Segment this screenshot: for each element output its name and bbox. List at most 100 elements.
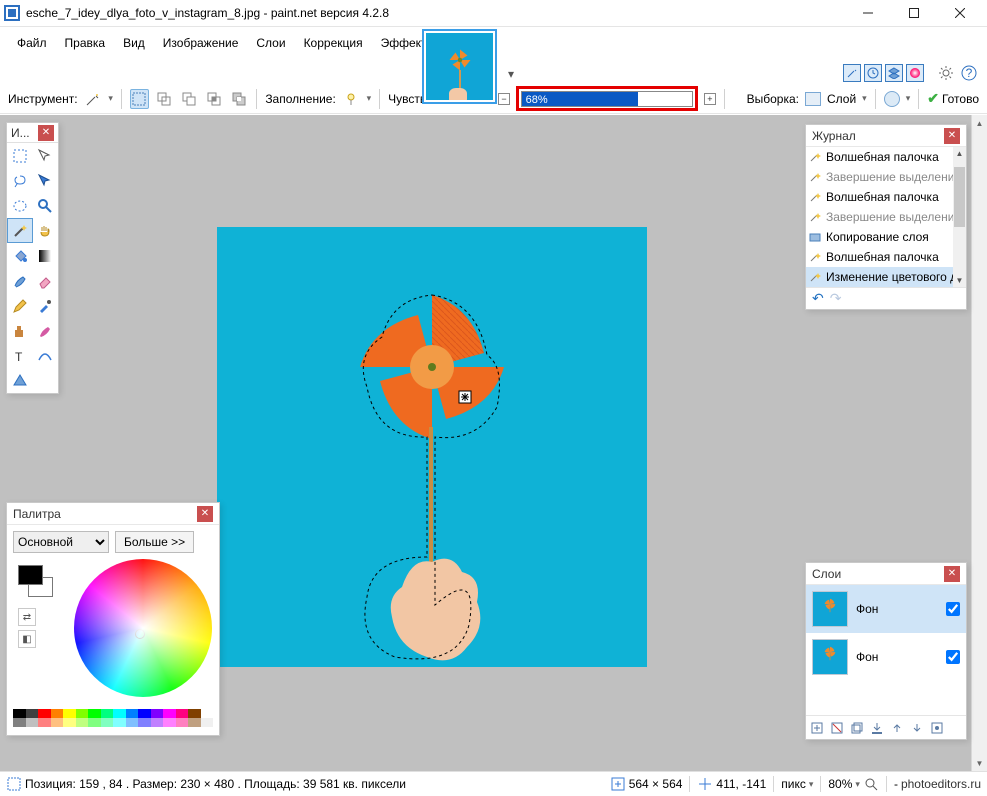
menu-file[interactable]: Файл: [8, 32, 56, 54]
palette-swatch[interactable]: [151, 718, 164, 727]
lasso-tool[interactable]: [7, 168, 33, 193]
brush-tool[interactable]: [7, 268, 33, 293]
palette-swatch[interactable]: [51, 709, 64, 718]
palette-swatch[interactable]: [138, 718, 151, 727]
history-panel-close-icon[interactable]: ✕: [944, 128, 960, 144]
document-thumbnail[interactable]: [422, 29, 497, 104]
move-layer-up-icon[interactable]: [888, 719, 905, 736]
palette-swatch[interactable]: [188, 709, 201, 718]
history-item[interactable]: Завершение выделения палочкой: [806, 207, 966, 227]
global-flood-icon[interactable]: [884, 91, 900, 107]
colors-panel-close-icon[interactable]: ✕: [197, 506, 213, 522]
zoom-fit-icon[interactable]: [863, 776, 879, 792]
selection-intersect-icon[interactable]: [205, 89, 224, 109]
palette-swatch[interactable]: [51, 718, 64, 727]
palette-swatch[interactable]: [113, 709, 126, 718]
palette-strip[interactable]: [13, 709, 213, 729]
palette-swatch[interactable]: [88, 709, 101, 718]
selection-replace-icon[interactable]: [130, 89, 149, 109]
history-item[interactable]: Завершение выделения палочкой: [806, 167, 966, 187]
menu-layers[interactable]: Слои: [247, 32, 294, 54]
palette-swatch[interactable]: [151, 709, 164, 718]
tolerance-minus-button[interactable]: −: [498, 93, 509, 105]
recolor-tool[interactable]: [33, 318, 59, 343]
pan-tool[interactable]: [33, 218, 59, 243]
palette-swatch[interactable]: [101, 709, 114, 718]
palette-swatch[interactable]: [201, 709, 214, 718]
add-layer-icon[interactable]: [808, 719, 825, 736]
palette-swatch[interactable]: [26, 718, 39, 727]
fg-bg-swatches[interactable]: [18, 565, 58, 605]
tools-panel-header[interactable]: И... ✕: [7, 123, 58, 143]
tools-toggle-icon[interactable]: [843, 64, 861, 82]
zoom-tool[interactable]: [33, 193, 59, 218]
menu-image[interactable]: Изображение: [154, 32, 248, 54]
delete-layer-icon[interactable]: [828, 719, 845, 736]
selection-xor-icon[interactable]: [230, 89, 249, 109]
fg-color-swatch[interactable]: [18, 565, 43, 585]
palette-swatch[interactable]: [163, 718, 176, 727]
gradient-tool[interactable]: [33, 243, 59, 268]
history-item[interactable]: Волшебная палочка: [806, 147, 966, 167]
clone-tool[interactable]: [7, 318, 33, 343]
history-item[interactable]: Копирование слоя: [806, 227, 966, 247]
move-pixels-tool[interactable]: [33, 168, 59, 193]
bw-reset-icon[interactable]: ◧: [18, 630, 36, 648]
menu-adjust[interactable]: Коррекция: [295, 32, 372, 54]
move-selection-tool[interactable]: [33, 143, 59, 168]
merge-down-icon[interactable]: [868, 719, 885, 736]
pencil-tool[interactable]: [7, 293, 33, 318]
palette-swatch[interactable]: [63, 709, 76, 718]
selection-subtract-icon[interactable]: [180, 89, 199, 109]
close-button[interactable]: [937, 0, 983, 27]
selection-scope-value[interactable]: Слой: [827, 92, 856, 106]
palette-swatch[interactable]: [76, 718, 89, 727]
ellipse-select-tool[interactable]: [7, 193, 33, 218]
color-wheel-cursor[interactable]: [135, 629, 145, 639]
redo-icon[interactable]: ↷: [830, 290, 842, 307]
palette-swatch[interactable]: [188, 718, 201, 727]
move-layer-down-icon[interactable]: [908, 719, 925, 736]
palette-swatch[interactable]: [88, 718, 101, 727]
palette-swatch[interactable]: [63, 718, 76, 727]
palette-swatch[interactable]: [201, 718, 214, 727]
tolerance-plus-button[interactable]: +: [704, 93, 715, 105]
layers-panel-header[interactable]: Слои ✕: [806, 563, 966, 585]
eyedropper-tool[interactable]: [33, 293, 59, 318]
line-tool[interactable]: [33, 343, 59, 368]
shapes-tool[interactable]: [7, 368, 33, 393]
palette-swatch[interactable]: [76, 709, 89, 718]
menu-edit[interactable]: Правка: [56, 32, 115, 54]
palette-swatch[interactable]: [126, 718, 139, 727]
layers-toggle-icon[interactable]: [885, 64, 903, 82]
more-colors-button[interactable]: Больше >>: [115, 531, 194, 553]
text-tool[interactable]: T: [7, 343, 33, 368]
palette-swatch[interactable]: [176, 718, 189, 727]
rect-select-tool[interactable]: [7, 143, 33, 168]
palette-swatch[interactable]: [13, 718, 26, 727]
magic-wand-tool[interactable]: [7, 218, 33, 243]
layer-item[interactable]: Фон: [806, 633, 966, 681]
zoom-level[interactable]: 80%: [828, 777, 852, 791]
tool-picker[interactable]: [84, 89, 103, 109]
duplicate-layer-icon[interactable]: [848, 719, 865, 736]
thumbnail-dropdown[interactable]: ▾: [508, 67, 514, 81]
tools-panel-close-icon[interactable]: ✕: [38, 125, 54, 141]
layer-visibility-checkbox[interactable]: [946, 650, 960, 664]
swap-colors-icon[interactable]: ⇄: [18, 608, 36, 626]
scroll-down-arrow[interactable]: ▼: [972, 755, 987, 771]
palette-swatch[interactable]: [101, 718, 114, 727]
tolerance-slider[interactable]: 68%: [521, 91, 694, 107]
palette-swatch[interactable]: [113, 718, 126, 727]
palette-swatch[interactable]: [176, 709, 189, 718]
history-panel-header[interactable]: Журнал ✕: [806, 125, 966, 147]
history-scrollbar[interactable]: ▲ ▼: [953, 147, 966, 287]
maximize-button[interactable]: [891, 0, 937, 27]
scroll-up-arrow[interactable]: ▲: [972, 115, 987, 131]
help-icon[interactable]: ?: [959, 63, 979, 83]
palette-swatch[interactable]: [163, 709, 176, 718]
colors-panel-header[interactable]: Палитра ✕: [7, 503, 219, 525]
minimize-button[interactable]: [845, 0, 891, 27]
palette-swatch[interactable]: [126, 709, 139, 718]
menu-view[interactable]: Вид: [114, 32, 154, 54]
